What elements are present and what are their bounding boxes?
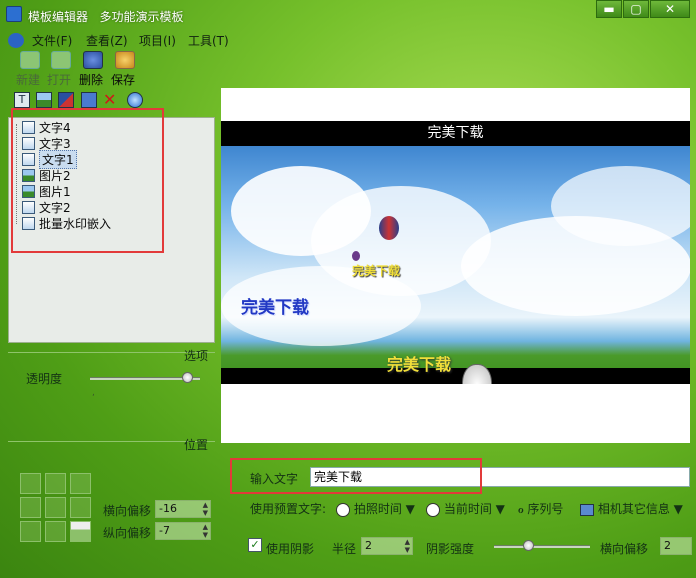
current-time-label: 当前时间 [443, 502, 492, 516]
input-highlight-box [230, 458, 482, 494]
position-bottom-right[interactable] [70, 521, 91, 542]
maximize-button[interactable]: ▢ [623, 0, 649, 18]
add-image-icon[interactable] [36, 92, 52, 108]
delete-icon [83, 51, 103, 69]
menu-tools[interactable]: 工具(T) [188, 32, 229, 49]
menu-app-icon [8, 33, 24, 48]
radius-label: 半径 [332, 542, 357, 556]
robot-figure [462, 364, 492, 384]
watermark-yellow-large[interactable]: 完美下载 [387, 351, 451, 375]
position-bottom-center[interactable] [45, 521, 66, 542]
menu-file[interactable]: 文件(F) [32, 32, 72, 49]
add-text-icon[interactable]: T [14, 92, 30, 108]
balloon-large [379, 216, 399, 240]
new-label: 新建 [16, 73, 41, 87]
radius-stepper[interactable]: 2 ▲ ▼ [361, 537, 413, 555]
close-icon: ✕ [664, 2, 676, 16]
preset-label: 使用预置文字: [250, 502, 327, 516]
new-icon [20, 51, 40, 69]
v-offset-label: 纵向偏移 [103, 526, 152, 540]
position-center[interactable] [45, 497, 66, 518]
camera-info-label: 相机其它信息 [597, 502, 670, 516]
position-top-right[interactable] [70, 473, 91, 494]
serial-icon: ℴ [518, 502, 524, 516]
opacity-label: 透明度 [26, 372, 63, 386]
position-section-label: 位置 [184, 438, 209, 452]
h-offset-arrows-icon[interactable]: ▲ ▼ [203, 501, 208, 517]
position-bottom-left[interactable] [20, 521, 41, 542]
use-shadow-label: 使用阴影 [266, 542, 315, 556]
maximize-icon: ▢ [630, 2, 642, 16]
window-title: 模板编辑器 多功能演示模板 [28, 8, 183, 25]
window-title-text: 模板编辑器 [28, 10, 89, 24]
serial-option[interactable]: ℴ 序列号 [518, 500, 563, 517]
info-icon[interactable] [127, 92, 143, 108]
position-middle-left[interactable] [20, 497, 41, 518]
serial-label: 序列号 [527, 502, 564, 516]
title-bar: 模板编辑器 多功能演示模板 ▬ ▢ ✕ [0, 0, 696, 28]
position-middle-right[interactable] [70, 497, 91, 518]
shadow-strength-slider[interactable] [494, 545, 590, 548]
v-offset-stepper[interactable]: -7 ▲ ▼ [155, 522, 211, 540]
preview-top-bar: 完美下载 [221, 121, 690, 146]
v-offset-value: -7 [159, 524, 170, 537]
position-top-left[interactable] [20, 473, 41, 494]
h-offset-value: -16 [159, 502, 177, 515]
watermark-blue[interactable]: 完美下载 [241, 293, 309, 318]
h-offset-label: 横向偏移 [103, 504, 152, 518]
delete-label: 删除 [79, 73, 104, 87]
position-top-center[interactable] [45, 473, 66, 494]
add-frame-icon[interactable] [81, 92, 97, 108]
opacity-slider-thumb[interactable] [181, 372, 193, 383]
minimize-button[interactable]: ▬ [596, 0, 622, 18]
camera-icon [580, 503, 594, 516]
shadow-strength-thumb[interactable] [522, 540, 534, 551]
close-button[interactable]: ✕ [650, 0, 690, 18]
camera-info-option[interactable]: 相机其它信息 ▼ [580, 500, 683, 517]
shadow-h-offset-label: 横向偏移 [600, 542, 649, 556]
open-label: 打开 [47, 73, 72, 87]
save-icon [115, 51, 135, 69]
radius-value: 2 [365, 539, 372, 552]
window-subtitle: 多功能演示模板 [99, 10, 184, 24]
photo-bottom-strip [221, 368, 690, 384]
watermark-yellow-small[interactable]: 完美下载 [352, 262, 400, 279]
add-shape-icon[interactable] [58, 92, 74, 108]
current-time-option[interactable]: 当前时间 ▼ [426, 500, 505, 517]
balloon-small [352, 251, 360, 261]
preview-top-bar-text: 完美下载 [427, 125, 484, 141]
shadow-strength-label: 阴影强度 [426, 542, 475, 556]
delete-item-icon[interactable]: ✕ [103, 90, 116, 109]
preview-photo [221, 146, 690, 384]
shot-time-option[interactable]: 拍照时间 ▼ [336, 500, 415, 517]
options-section-label: 选项 [184, 349, 209, 363]
opacity-tick: , [92, 388, 95, 398]
shadow-h-offset-value: 2 [664, 539, 671, 552]
save-label: 保存 [111, 73, 136, 87]
clock-icon [426, 502, 440, 517]
clock-icon [336, 502, 350, 517]
shot-time-label: 拍照时间 [353, 502, 402, 516]
tree-highlight-box [11, 108, 164, 253]
minimize-icon: ▬ [603, 2, 615, 16]
open-icon [51, 51, 71, 69]
app-icon [6, 6, 22, 22]
radius-arrows-icon[interactable]: ▲ ▼ [405, 538, 410, 554]
use-shadow-checkbox[interactable]: ✓ [248, 538, 262, 552]
v-offset-arrows-icon[interactable]: ▲ ▼ [203, 523, 208, 539]
h-offset-stepper[interactable]: -16 ▲ ▼ [155, 500, 211, 518]
menu-view[interactable]: 查看(Z) [86, 32, 128, 49]
menu-item[interactable]: 项目(I) [139, 32, 176, 49]
preview-bottom-bar-text[interactable]: 完美下载 [623, 386, 683, 408]
shadow-h-offset-stepper[interactable]: 2 [660, 537, 692, 555]
